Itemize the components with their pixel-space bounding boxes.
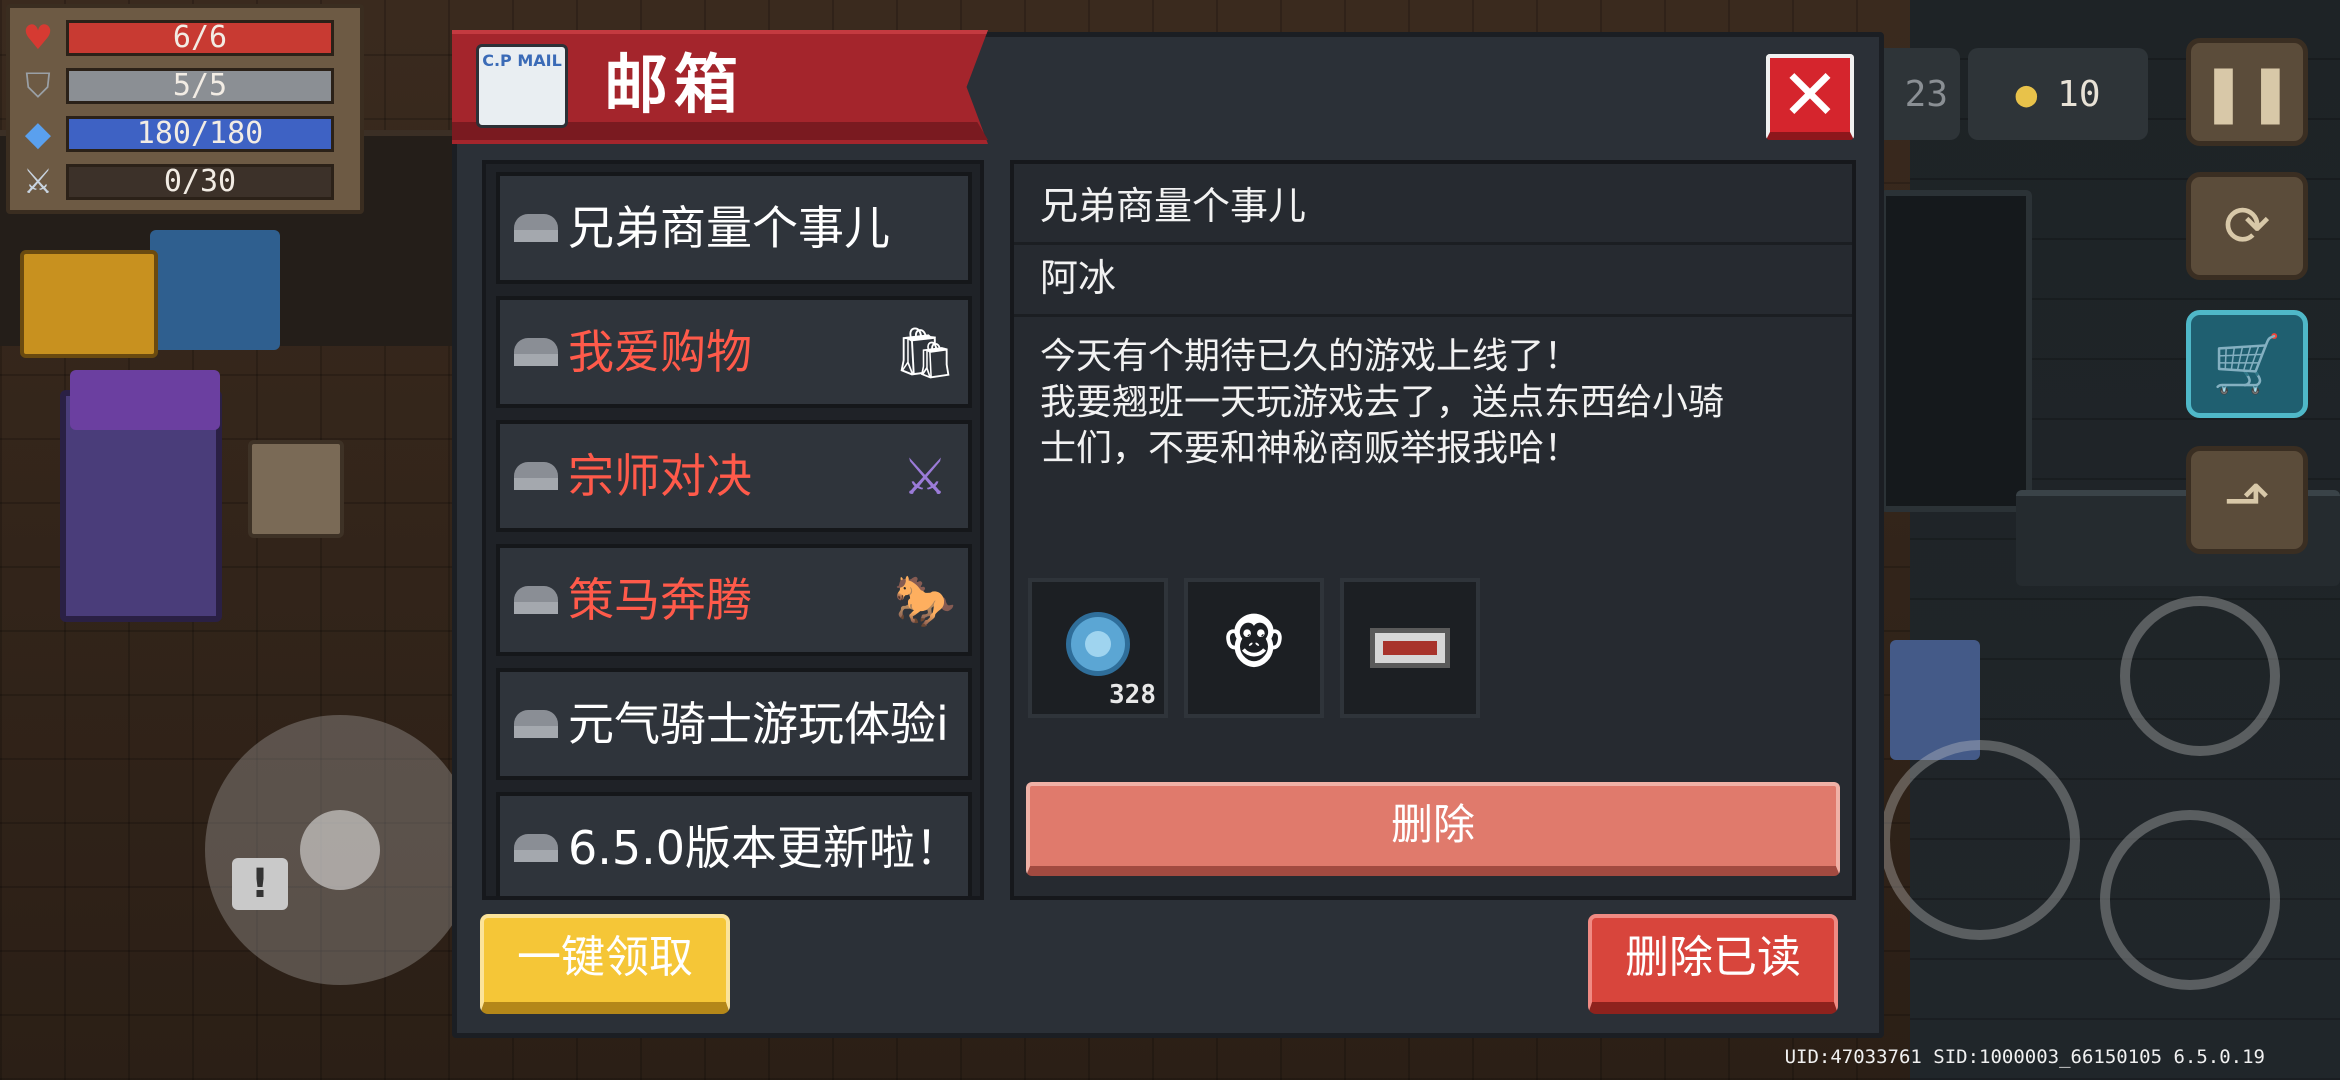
uid-label: UID:47033761 SID:1000003_66150105 6.5.0.…: [1784, 1046, 2265, 1068]
attack-ring[interactable]: [1880, 740, 2080, 940]
diamond-icon: ◆: [24, 114, 52, 154]
shield-icon: ⛉: [25, 66, 51, 106]
joystick-knob[interactable]: [300, 810, 380, 890]
skill-text: 0/30: [163, 164, 237, 199]
weapon-switch-ring[interactable]: [2120, 596, 2280, 756]
coin-counter: ● 10: [1968, 48, 2148, 140]
mail-list: 兄弟商量个事儿 我爱购物 🛍 宗师对决 ⚔ 策马奔腾 🐎 元气骑士游玩体验i 6…: [482, 160, 984, 900]
swap-button[interactable]: ⟳: [2186, 172, 2308, 280]
attachment-slot[interactable]: 328: [1028, 578, 1168, 718]
gem-coin-icon: [1066, 612, 1130, 676]
close-button[interactable]: ✕: [1766, 54, 1854, 140]
mail-item[interactable]: 兄弟商量个事儿: [496, 172, 972, 284]
envelope-icon: [514, 214, 558, 242]
energy-bar: 180/180: [66, 116, 334, 152]
star-badge: [20, 250, 158, 358]
skill-ring[interactable]: [2100, 810, 2280, 990]
pause-icon: ❚❚: [2200, 59, 2294, 125]
armor-row: ⛉ 5/5: [18, 62, 352, 110]
coin-icon: ●: [2015, 73, 2038, 115]
mail-item[interactable]: 宗师对决 ⚔: [496, 420, 972, 532]
skill-bar: 0/30: [66, 164, 334, 200]
detail-divider: [1014, 242, 1852, 245]
attachment-count: 328: [1109, 680, 1156, 710]
energy-text: 180/180: [136, 116, 264, 151]
stairs-button[interactable]: ⬏: [2186, 446, 2308, 554]
attachment-slot[interactable]: 🐵: [1184, 578, 1324, 718]
armor-bar: 5/5: [66, 68, 334, 104]
energy-row: ◆ 180/180: [18, 110, 352, 158]
rider-avatar-icon: 🐎: [893, 572, 957, 630]
armor-text: 5/5: [172, 68, 228, 103]
mail-item-label: 兄弟商量个事儿: [568, 201, 890, 255]
attachment-slot[interactable]: [1340, 578, 1480, 718]
dialog-title: 邮箱: [604, 49, 744, 123]
detail-divider: [1014, 314, 1852, 317]
monkey-pet-icon: 🐵: [1221, 612, 1287, 677]
envelope-icon: [514, 338, 558, 366]
claim-all-button[interactable]: 一键领取: [480, 914, 730, 1014]
mail-item-label: 元气骑士游玩体验i: [568, 697, 949, 751]
mail-item[interactable]: 我爱购物 🛍: [496, 296, 972, 408]
envelope-icon: [514, 462, 558, 490]
portrait-frame: [150, 230, 280, 350]
mail-item[interactable]: 6.5.0版本更新啦！: [496, 792, 972, 896]
alert-icon: !: [232, 858, 288, 910]
delete-button[interactable]: 删除: [1026, 782, 1840, 876]
partial-counter-value: 23: [1904, 73, 1948, 115]
close-icon: ✕: [1780, 54, 1840, 136]
coin-value: 10: [2057, 73, 2101, 115]
hp-row: ♥ 6/6: [18, 14, 352, 62]
envelope-icon: [514, 586, 558, 614]
mail-item[interactable]: 策马奔腾 🐎: [496, 544, 972, 656]
treasure-chest: [248, 440, 344, 538]
cart-icon: 🛒: [2212, 332, 2282, 397]
wizard-hat: [70, 370, 220, 430]
mailbox-logo-text: C.P MAIL: [482, 51, 562, 70]
mail-detail-sender: 阿冰: [1040, 256, 1117, 300]
mail-item-label: 6.5.0版本更新啦！: [568, 821, 962, 875]
envelope-icon: [514, 710, 558, 738]
mailbox-logo-icon: C.P MAIL: [476, 44, 568, 128]
heart-icon: ♥: [22, 18, 54, 58]
stairs-icon: ⬏: [2223, 467, 2271, 533]
player-stats-panel: ♥ 6/6 ⛉ 5/5 ◆ 180/180 ⚔ 0/30: [6, 4, 364, 214]
mail-item[interactable]: 元气骑士游玩体验i: [496, 668, 972, 780]
envelope-icon: [514, 834, 558, 862]
swap-icon: ⟳: [2223, 193, 2271, 259]
pause-button[interactable]: ❚❚: [2186, 38, 2308, 146]
shopper-avatar-icon: 🛍: [893, 324, 957, 382]
hp-text: 6/6: [172, 20, 228, 55]
skill-row: ⚔ 0/30: [18, 158, 352, 206]
delete-read-button[interactable]: 删除已读: [1588, 914, 1838, 1014]
ticket-icon: [1370, 628, 1450, 668]
hp-bar: 6/6: [66, 20, 334, 56]
mail-detail-title: 兄弟商量个事儿: [1040, 184, 1307, 228]
sword-icon: ⚔: [22, 162, 54, 202]
doorway: [1880, 190, 2032, 512]
shop-button[interactable]: 🛒: [2186, 310, 2308, 418]
mail-detail-body: 今天有个期待已久的游戏上线了！ 我要翘班一天玩游戏去了，送点东西给小骑 士们，不…: [1040, 336, 1725, 469]
grandmaster-avatar-icon: ⚔: [902, 448, 948, 506]
